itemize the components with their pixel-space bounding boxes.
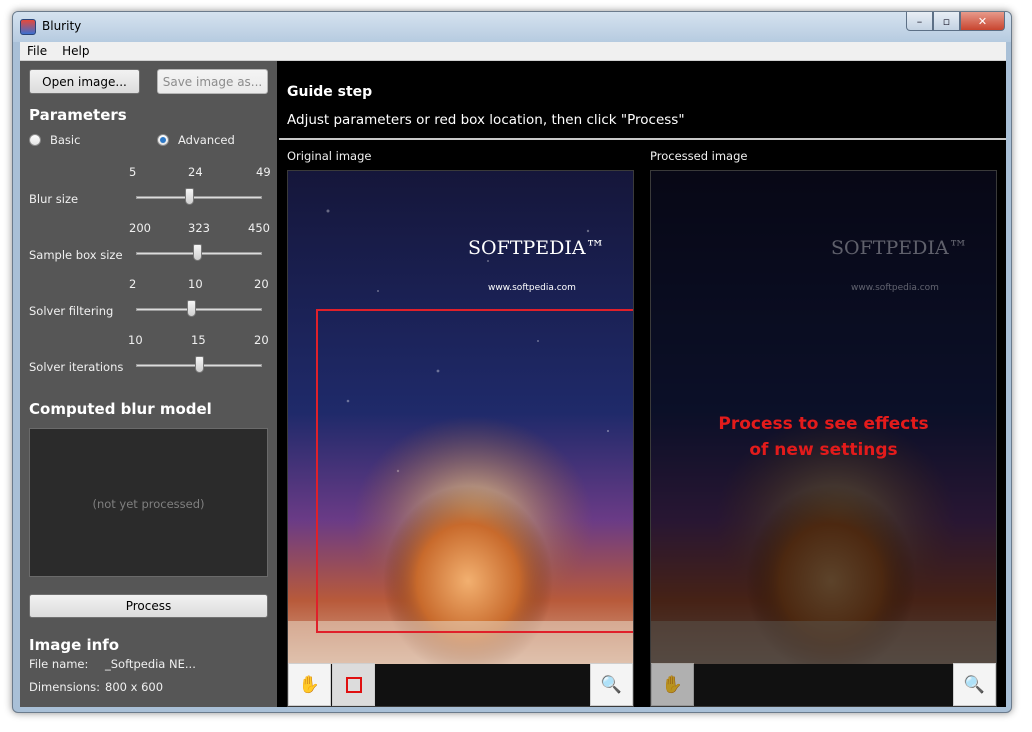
client-area: Open image... Save image as... Parameter… xyxy=(20,61,1006,707)
sample-box-max: 450 xyxy=(248,221,270,235)
watermark-brand-processed: SOFTPEDIA™ xyxy=(831,237,968,259)
minimize-button[interactable]: – xyxy=(906,12,933,31)
blur-size-label: Blur size xyxy=(29,192,79,206)
slider-track xyxy=(136,196,262,199)
guide-text: Adjust parameters or red box location, t… xyxy=(287,112,685,128)
process-overlay-message: Process to see effects of new settings xyxy=(651,411,996,463)
blur-size-min: 5 xyxy=(129,165,137,179)
zoom-icon: 🔍 xyxy=(600,674,623,695)
parameters-title: Parameters xyxy=(29,106,127,124)
solver-iterations-slider[interactable] xyxy=(136,350,262,378)
zoom-icon: 🔍 xyxy=(963,674,986,695)
menu-file[interactable]: File xyxy=(20,42,55,60)
image-info-title: Image info xyxy=(29,636,120,654)
watermark-url-processed: www.softpedia.com xyxy=(851,283,939,293)
watermark-brand: SOFTPEDIA™ xyxy=(468,237,605,259)
file-name-value: _Softpedia NE... xyxy=(105,657,196,671)
parameters-panel: Open image... Save image as... Parameter… xyxy=(20,61,277,707)
app-icon xyxy=(20,19,36,35)
menu-help[interactable]: Help xyxy=(55,42,97,60)
solver-iterations-min: 10 xyxy=(128,333,143,347)
original-image-label: Original image xyxy=(287,149,372,163)
blur-model-preview: (not yet processed) xyxy=(29,428,268,577)
overlay-line-1: Process to see effects xyxy=(718,414,929,434)
blur-model-title: Computed blur model xyxy=(29,400,212,418)
file-name-label: File name: xyxy=(29,657,89,671)
guide-divider xyxy=(279,138,1006,140)
solver-iterations-max: 20 xyxy=(254,333,269,347)
sample-red-box[interactable] xyxy=(316,309,633,633)
menu-bar: File Help xyxy=(20,42,1006,61)
hand-tool-button-processed[interactable]: ✋ xyxy=(651,663,694,706)
dimensions-label: Dimensions: xyxy=(29,680,100,694)
rectangle-tool-button[interactable] xyxy=(332,663,375,706)
sample-box-slider[interactable] xyxy=(136,238,262,266)
overlay-line-2: of new settings xyxy=(749,440,898,460)
watermark-url: www.softpedia.com xyxy=(488,283,576,293)
save-image-button[interactable]: Save image as... xyxy=(157,69,268,94)
slider-thumb[interactable] xyxy=(185,188,195,205)
blur-size-slider[interactable] xyxy=(136,182,262,210)
process-button[interactable]: Process xyxy=(29,594,268,618)
open-image-button[interactable]: Open image... xyxy=(29,69,140,94)
window-controls: – ▫ ✕ xyxy=(906,12,1005,31)
maximize-button[interactable]: ▫ xyxy=(933,12,960,31)
basic-radio[interactable] xyxy=(29,134,41,146)
solver-filtering-label: Solver filtering xyxy=(29,304,114,318)
slider-thumb[interactable] xyxy=(193,244,203,261)
blur-model-placeholder: (not yet processed) xyxy=(92,497,205,511)
window-title: Blurity xyxy=(42,19,82,33)
solver-filtering-min: 2 xyxy=(129,277,137,291)
processed-image-pane[interactable]: SOFTPEDIA™ www.softpedia.com Process to … xyxy=(650,170,997,707)
solver-iterations-label: Solver iterations xyxy=(29,360,124,374)
sample-box-label: Sample box size xyxy=(29,248,123,262)
hand-icon: ✋ xyxy=(298,674,321,695)
slider-thumb[interactable] xyxy=(194,356,204,373)
solver-filtering-value: 10 xyxy=(188,277,203,291)
original-image-pane[interactable]: SOFTPEDIA™ www.softpedia.com ✋ 🔍 xyxy=(287,170,634,707)
solver-filtering-max: 20 xyxy=(254,277,269,291)
sample-box-value: 323 xyxy=(188,221,210,235)
guide-title: Guide step xyxy=(287,84,373,100)
basic-radio-label: Basic xyxy=(50,133,81,147)
rectangle-select-icon xyxy=(345,676,362,693)
hand-icon: ✋ xyxy=(661,674,684,695)
sample-box-min: 200 xyxy=(129,221,151,235)
app-window: Blurity – ▫ ✕ File Help Open image... Sa… xyxy=(12,11,1012,713)
solver-filtering-slider[interactable] xyxy=(136,294,262,322)
title-bar: Blurity – ▫ ✕ xyxy=(13,12,1011,42)
dimensions-value: 800 x 600 xyxy=(105,680,164,694)
slider-thumb[interactable] xyxy=(187,300,197,317)
solver-iterations-value: 15 xyxy=(191,333,206,347)
processed-pane-toolbar xyxy=(651,664,996,706)
close-button[interactable]: ✕ xyxy=(960,12,1005,31)
slider-track xyxy=(136,308,262,311)
zoom-button-original[interactable]: 🔍 xyxy=(590,663,633,706)
advanced-radio-label: Advanced xyxy=(178,133,235,147)
zoom-button-processed[interactable]: 🔍 xyxy=(953,663,996,706)
advanced-radio[interactable] xyxy=(157,134,169,146)
hand-tool-button[interactable]: ✋ xyxy=(288,663,331,706)
blur-size-max: 49 xyxy=(256,165,271,179)
blur-size-value: 24 xyxy=(188,165,203,179)
processed-image-label: Processed image xyxy=(650,149,748,163)
